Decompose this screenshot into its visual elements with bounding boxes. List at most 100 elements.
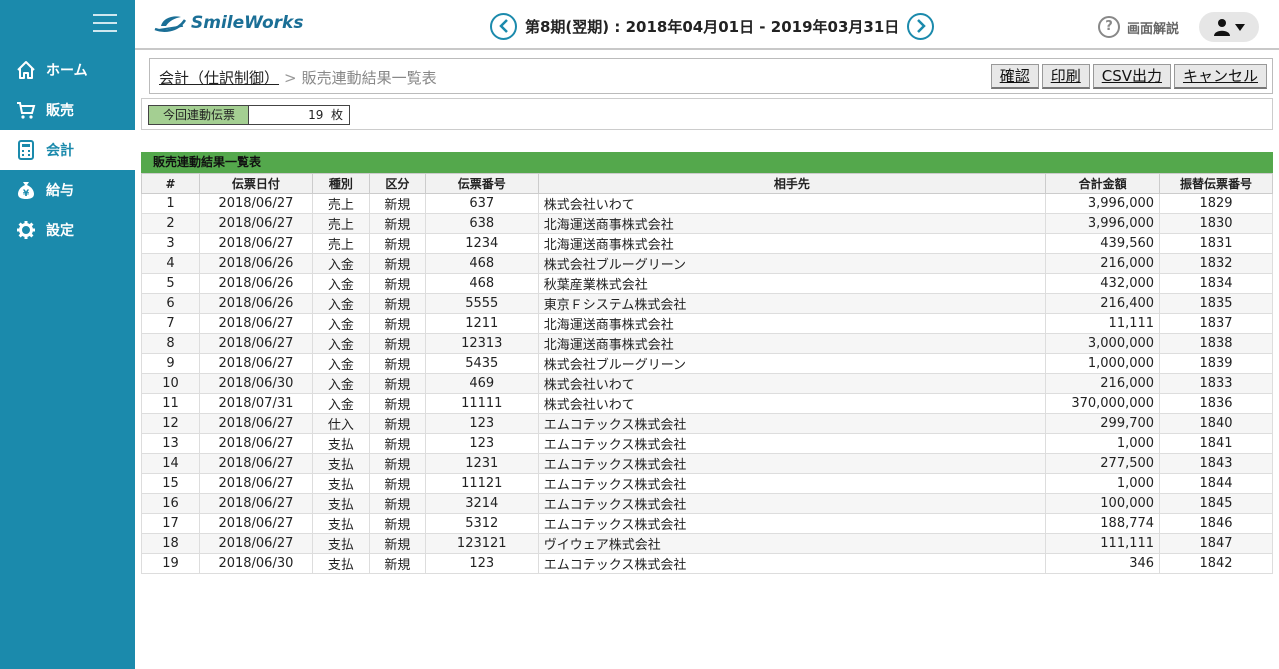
- toolbar: 確認 印刷 CSV出力 キャンセル: [988, 64, 1267, 89]
- cell-voucher-type: 入金: [311, 373, 370, 394]
- cell-total-amount: 277,500: [1045, 453, 1161, 474]
- cell-total-amount: 3,000,000: [1045, 333, 1161, 354]
- column-header-col-total: 合計金額: [1045, 173, 1161, 194]
- table-row[interactable]: 2 2018/06/27 売上 新規 638 北海運送商事株式会社 3,996,000 183…: [141, 213, 1273, 234]
- cell-category: 新規: [368, 553, 426, 574]
- next-period-button[interactable]: [907, 12, 935, 40]
- table-row[interactable]: 11 2018/07/31 入金 新規 11111 株式会社いわて 370,000,000 1…: [141, 393, 1273, 414]
- cell-category: 新規: [368, 233, 426, 254]
- cell-voucher-type: 入金: [311, 393, 370, 414]
- cell-voucher-date: 2018/06/27: [198, 353, 313, 374]
- cell-counterparty: エムコテックス株式会社: [537, 493, 1047, 514]
- help-button[interactable]: ? 画面解説: [1098, 16, 1179, 38]
- cell-voucher-date: 2018/06/27: [198, 193, 313, 214]
- sidebar-item-sales[interactable]: 販売: [0, 90, 135, 130]
- cell-counterparty: 北海運送商事株式会社: [537, 333, 1047, 354]
- table-row[interactable]: 18 2018/06/27 支払 新規 123121 ヴイウェア株式会社 111,111 18…: [141, 533, 1273, 554]
- cell-voucher-type: 入金: [311, 353, 370, 374]
- period-selector: 第8期(翌期) : 2018年04月01日 - 2019年03月31日: [490, 12, 935, 40]
- hamburger-menu-icon[interactable]: [93, 14, 117, 34]
- cell-voucher-date: 2018/06/27: [198, 493, 313, 514]
- cell-transfer-voucher-number: 1831: [1159, 233, 1273, 254]
- table-row[interactable]: 9 2018/06/27 入金 新規 5435 株式会社ブルーグリーン 1,000,000 1…: [141, 353, 1273, 374]
- sidebar-item-accounting[interactable]: 会計: [0, 130, 135, 170]
- table-row[interactable]: 17 2018/06/27 支払 新規 5312 エムコテックス株式会社 188,774 18…: [141, 513, 1273, 534]
- column-header-col-number: #: [141, 173, 200, 194]
- cell-voucher-number: 12313: [424, 333, 539, 354]
- cell-voucher-date: 2018/06/27: [198, 213, 313, 234]
- table-row[interactable]: 5 2018/06/26 入金 新規 468 秋葉産業株式会社 432,000 1834: [141, 273, 1273, 294]
- table-row[interactable]: 3 2018/06/27 売上 新規 1234 北海運送商事株式会社 439,560 1831: [141, 233, 1273, 254]
- table-row[interactable]: 7 2018/06/27 入金 新規 1211 北海運送商事株式会社 11,111 1837: [141, 313, 1273, 334]
- sidebar-item-label: ホーム: [46, 63, 88, 79]
- cell-voucher-number: 638: [424, 213, 539, 234]
- csv-export-button[interactable]: CSV出力: [1092, 64, 1171, 89]
- cell-total-amount: 188,774: [1045, 513, 1161, 534]
- table-row[interactable]: 13 2018/06/27 支払 新規 123 エムコテックス株式会社 1,000 1841: [141, 433, 1273, 454]
- cell-voucher-number: 5555: [424, 293, 539, 314]
- cell-counterparty: エムコテックス株式会社: [537, 433, 1047, 454]
- cell-voucher-date: 2018/06/27: [198, 533, 313, 554]
- app-logo[interactable]: SmileWorks: [153, 12, 303, 34]
- calculator-icon: [15, 139, 37, 161]
- confirm-button[interactable]: 確認: [990, 64, 1039, 89]
- sidebar-item-home[interactable]: ホーム: [0, 50, 135, 90]
- cell-voucher-type: 支払: [311, 493, 370, 514]
- table-row[interactable]: 8 2018/06/27 入金 新規 12313 北海運送商事株式会社 3,000,000 1…: [141, 333, 1273, 354]
- cell-voucher-date: 2018/06/26: [198, 273, 313, 294]
- cell-voucher-type: 支払: [311, 553, 370, 574]
- cell-row-number: 4: [141, 253, 200, 274]
- cell-category: 新規: [368, 513, 426, 534]
- column-header-col-type: 種別: [311, 173, 370, 194]
- table-row[interactable]: 16 2018/06/27 支払 新規 3214 エムコテックス株式会社 100,000 18…: [141, 493, 1273, 514]
- cell-counterparty: 秋葉産業株式会社: [537, 273, 1047, 294]
- cell-category: 新規: [368, 433, 426, 454]
- cell-category: 新規: [368, 333, 426, 354]
- table-row[interactable]: 1 2018/06/27 売上 新規 637 株式会社いわて 3,996,000 1829: [141, 193, 1273, 214]
- cell-row-number: 8: [141, 333, 200, 354]
- table-row[interactable]: 4 2018/06/26 入金 新規 468 株式会社ブルーグリーン 216,000 1832: [141, 253, 1273, 274]
- table-row[interactable]: 10 2018/06/30 入金 新規 469 株式会社いわて 216,000 1833: [141, 373, 1273, 394]
- chevron-left-icon: [498, 19, 508, 33]
- cell-voucher-number: 123: [424, 413, 539, 434]
- cell-transfer-voucher-number: 1844: [1159, 473, 1273, 494]
- sidebar-item-label: 販売: [46, 103, 74, 119]
- cell-counterparty: 株式会社ブルーグリーン: [537, 253, 1047, 274]
- cancel-button[interactable]: キャンセル: [1173, 64, 1267, 89]
- table-row[interactable]: 6 2018/06/26 入金 新規 5555 東京Ｆシステム株式会社 216,400 183…: [141, 293, 1273, 314]
- cell-voucher-number: 1231: [424, 453, 539, 474]
- cell-voucher-number: 3214: [424, 493, 539, 514]
- cell-transfer-voucher-number: 1830: [1159, 213, 1273, 234]
- table-row[interactable]: 12 2018/06/27 仕入 新規 123 エムコテックス株式会社 299,700 184…: [141, 413, 1273, 434]
- user-menu-button[interactable]: [1199, 12, 1259, 42]
- cell-voucher-type: 入金: [311, 293, 370, 314]
- table-row[interactable]: 19 2018/06/30 支払 新規 123 エムコテックス株式会社 346 1842: [141, 553, 1273, 574]
- cart-icon: [15, 99, 37, 121]
- cell-counterparty: エムコテックス株式会社: [537, 553, 1047, 574]
- cell-row-number: 6: [141, 293, 200, 314]
- cell-category: 新規: [368, 453, 426, 474]
- breadcrumb-parent-link[interactable]: 会計（仕訳制御）: [159, 67, 279, 88]
- column-header-col-counterparty: 相手先: [537, 173, 1047, 194]
- cell-category: 新規: [368, 353, 426, 374]
- table-body: 1 2018/06/27 売上 新規 637 株式会社いわて 3,996,000 1829 2 2…: [141, 193, 1273, 574]
- cell-total-amount: 439,560: [1045, 233, 1161, 254]
- cell-row-number: 2: [141, 213, 200, 234]
- prev-period-button[interactable]: [490, 12, 517, 40]
- cell-counterparty: 株式会社いわて: [537, 193, 1047, 214]
- table-row[interactable]: 14 2018/06/27 支払 新規 1231 エムコテックス株式会社 277,500 18…: [141, 453, 1273, 474]
- cell-transfer-voucher-number: 1836: [1159, 393, 1273, 414]
- print-button[interactable]: 印刷: [1041, 64, 1090, 89]
- cell-counterparty: 北海運送商事株式会社: [537, 233, 1047, 254]
- cell-row-number: 14: [141, 453, 200, 474]
- cell-voucher-number: 5435: [424, 353, 539, 374]
- cell-category: 新規: [368, 493, 426, 514]
- sidebar-item-settings[interactable]: 設定: [0, 210, 135, 250]
- cell-transfer-voucher-number: 1847: [1159, 533, 1273, 554]
- sidebar-item-payroll[interactable]: ¥ 給与: [0, 170, 135, 210]
- cell-category: 新規: [368, 413, 426, 434]
- cell-voucher-type: 売上: [311, 193, 370, 214]
- table-row[interactable]: 15 2018/06/27 支払 新規 11121 エムコテックス株式会社 1,000 184…: [141, 473, 1273, 494]
- cell-voucher-date: 2018/06/30: [198, 553, 313, 574]
- cell-voucher-type: 支払: [311, 513, 370, 534]
